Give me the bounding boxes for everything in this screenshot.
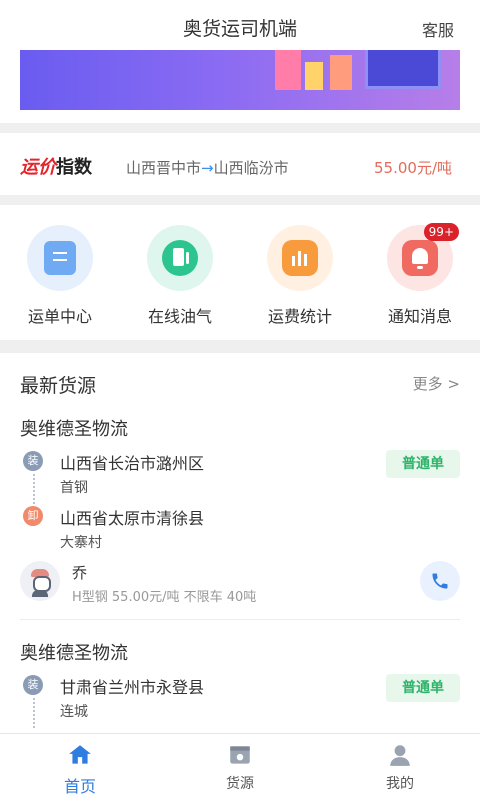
route-from: 山西晋中市 — [126, 159, 202, 177]
load-detail: 首钢 — [60, 480, 88, 496]
divider — [0, 340, 480, 353]
banner-monitor-illustration — [365, 50, 441, 89]
quick-item-waybill[interactable]: 运单中心 — [10, 225, 110, 335]
banner-illustration-bar — [275, 50, 301, 90]
divider — [0, 123, 480, 133]
load-detail: 连城 — [60, 704, 88, 720]
latest-cargo-section: 最新货源 更多 > 奥维德圣物流 装 山西省长治市潞州区 首钢 卸 山西省太原市… — [0, 353, 480, 733]
bar-chart-icon — [282, 240, 318, 276]
freight-route: 山西晋中市→山西临汾市 — [126, 157, 289, 178]
load-tag: 装 — [23, 451, 43, 471]
quick-item-freight-stats[interactable]: 运费统计 — [250, 225, 350, 335]
driver-avatar — [20, 561, 60, 601]
quick-item-fuel[interactable]: 在线油气 — [130, 225, 230, 335]
quick-item-label: 通知消息 — [387, 307, 452, 326]
section-title: 最新货源 — [20, 375, 97, 397]
load-place: 山西省长治市潞州区 — [60, 454, 205, 473]
load-tag: 装 — [23, 675, 43, 695]
quick-item-label: 运费统计 — [267, 307, 332, 326]
order-type-badge: 普通单 — [386, 674, 460, 702]
quick-item-label: 运单中心 — [27, 307, 92, 326]
tab-label: 我的 — [386, 776, 414, 792]
page-title: 奥货运司机端 — [182, 18, 297, 40]
bell-icon — [402, 240, 438, 276]
fuel-pump-icon — [162, 240, 198, 276]
promo-banner[interactable] — [20, 50, 460, 110]
route-arrow-icon: → — [201, 159, 214, 177]
tab-label: 货源 — [226, 776, 254, 792]
quick-menu: 运单中心 在线油气 运费统计 99+ 通知消息 — [0, 205, 480, 340]
customer-service-button[interactable]: 客服 — [422, 17, 454, 41]
notification-badge: 99+ — [423, 223, 459, 241]
route-line — [33, 474, 35, 504]
tab-mine[interactable]: 我的 — [340, 742, 460, 793]
bottom-tab-bar: 首页 货源 我的 — [0, 733, 480, 801]
unload-detail: 大寨村 — [60, 535, 102, 551]
card-divider — [20, 619, 460, 620]
driver-name: 乔 — [72, 564, 88, 582]
company-name: 奥维德圣物流 — [20, 643, 128, 664]
tab-cargo[interactable]: 货源 — [180, 742, 300, 793]
order-type-badge: 普通单 — [386, 450, 460, 478]
tab-home[interactable]: 首页 — [20, 742, 140, 797]
quick-item-notifications[interactable]: 99+ 通知消息 — [370, 223, 470, 335]
user-icon — [387, 742, 413, 768]
freight-price: 55.00元/吨 — [374, 159, 452, 177]
tab-label: 首页 — [63, 777, 96, 796]
freight-index-bar[interactable]: 运价指数 山西晋中市→山西临汾市 55.00元/吨 — [0, 133, 480, 195]
cargo-box-icon — [227, 742, 253, 768]
unload-place: 山西省太原市清徐县 — [60, 509, 205, 528]
quick-item-label: 在线油气 — [147, 307, 212, 326]
unload-tag: 卸 — [23, 506, 43, 526]
banner-illustration-bar — [305, 62, 323, 90]
route-to: 山西临汾市 — [213, 159, 289, 177]
load-place: 甘肃省兰州市永登县 — [60, 678, 205, 697]
home-icon — [67, 742, 93, 768]
call-button[interactable] — [420, 561, 460, 601]
freight-index-logo: 运价指数 — [20, 157, 92, 178]
banner-illustration-bar — [330, 55, 352, 90]
waybill-icon — [44, 241, 76, 275]
divider — [0, 195, 480, 205]
app-header: 奥货运司机端 客服 — [0, 0, 480, 50]
company-name: 奥维德圣物流 — [20, 419, 128, 440]
phone-icon — [432, 573, 448, 589]
more-link[interactable]: 更多 > — [413, 373, 460, 394]
route-line — [33, 698, 35, 728]
cargo-info: H型钢 55.00元/吨 不限车 40吨 — [72, 590, 257, 605]
